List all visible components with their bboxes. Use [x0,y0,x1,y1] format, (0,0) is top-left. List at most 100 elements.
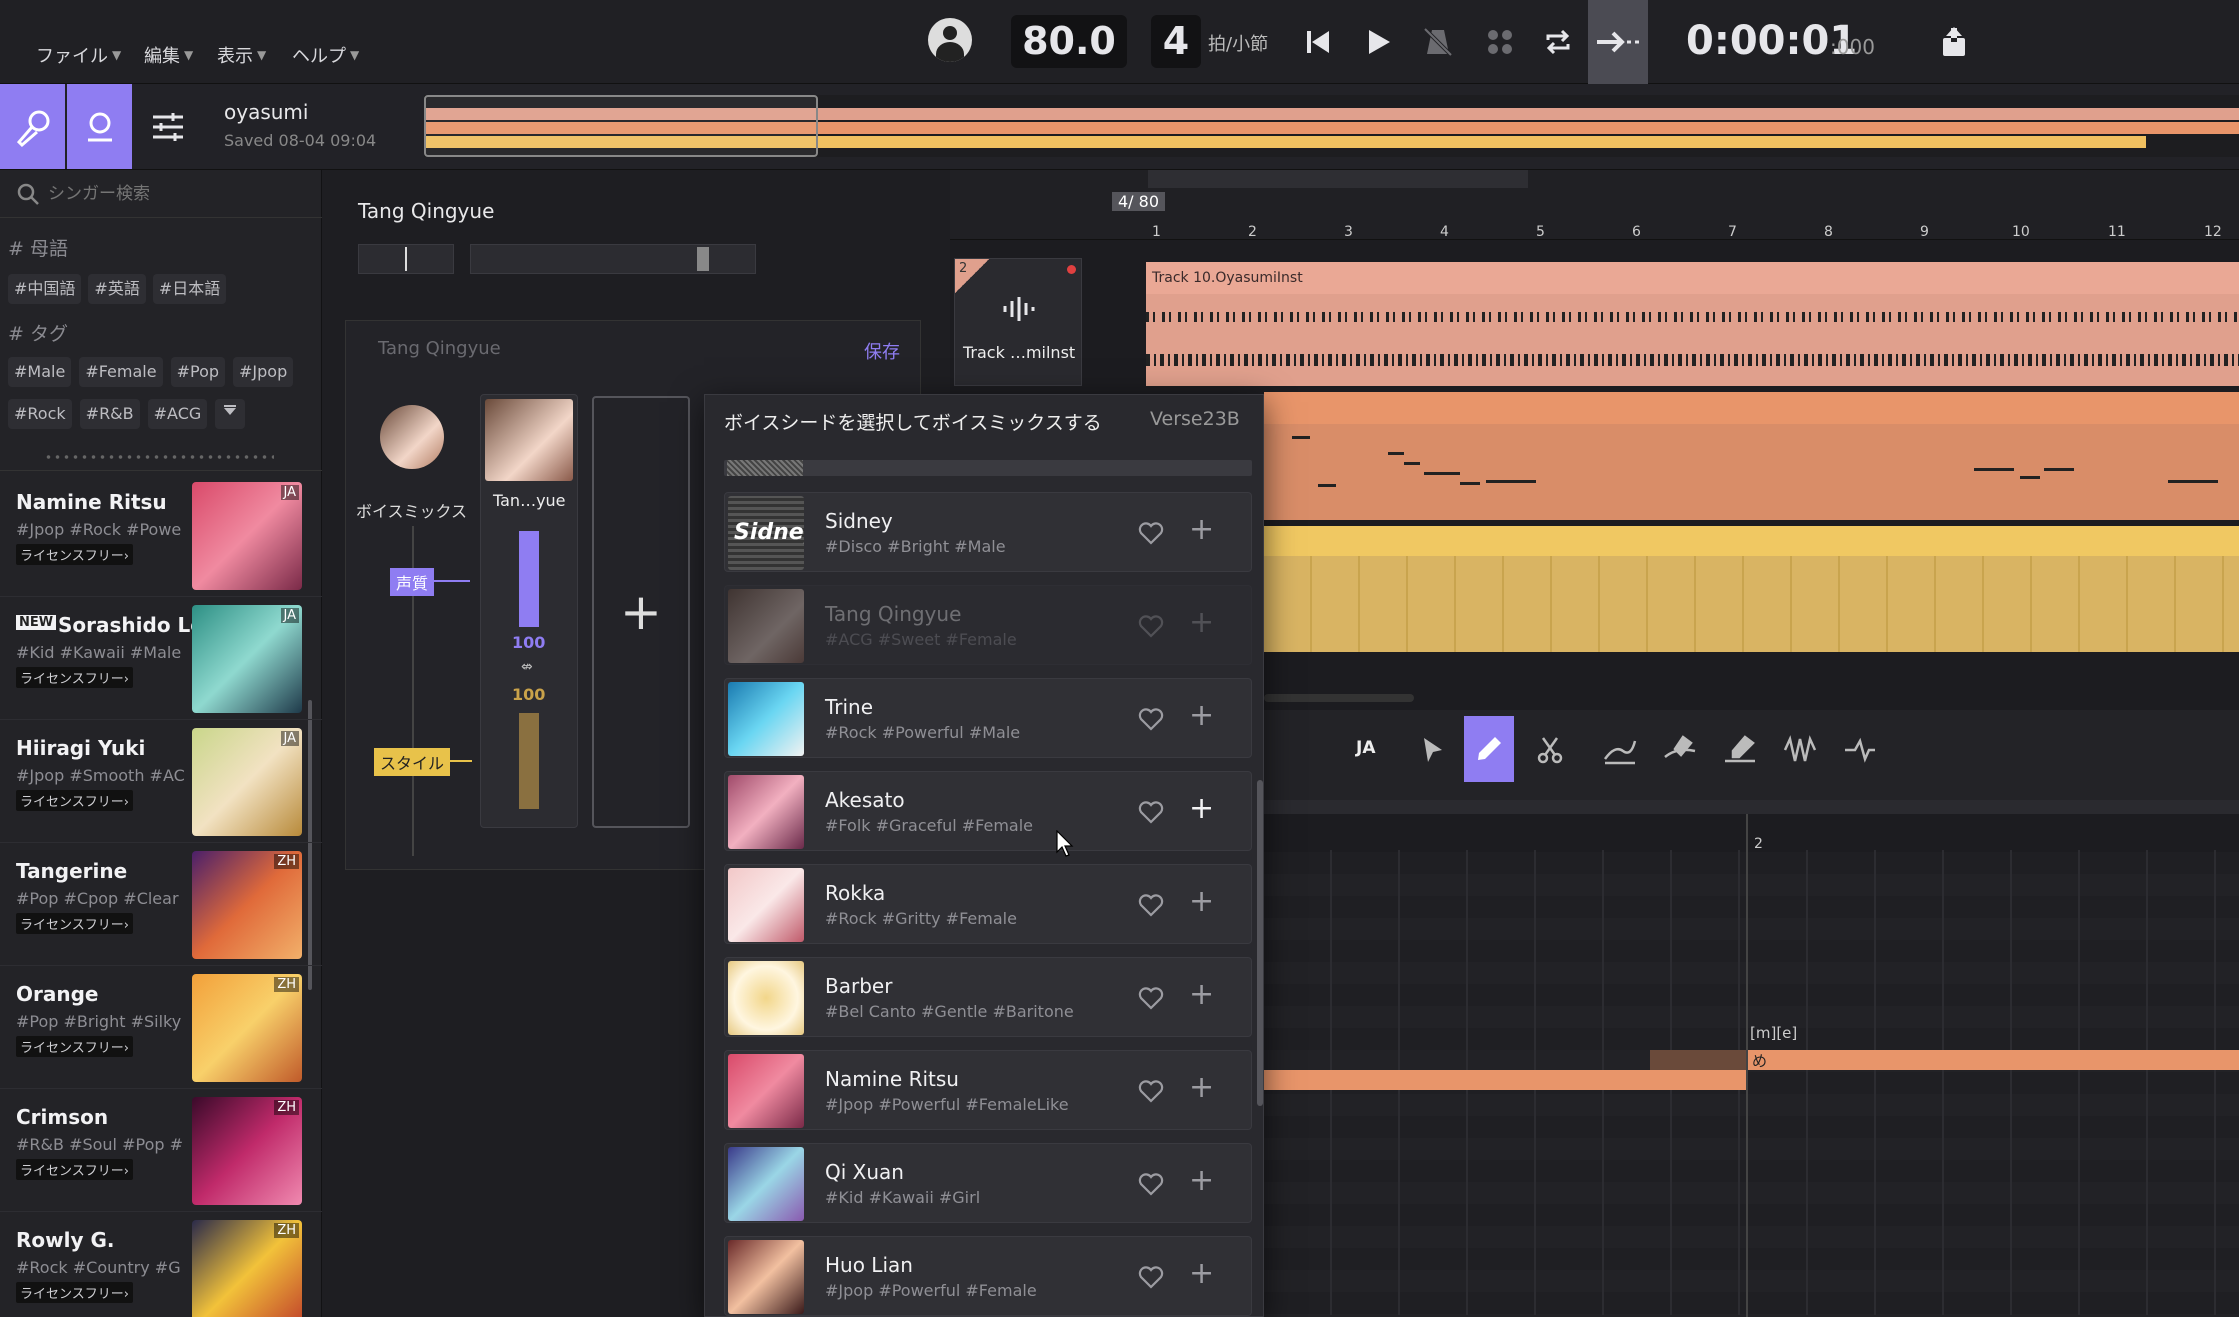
vocal-clip[interactable] [1264,392,2239,520]
add-voice-seed-icon[interactable]: + [1189,1259,1214,1289]
tag-chinese[interactable]: #中国語 [8,274,82,304]
volume-slider[interactable] [470,244,756,274]
tag-rnb[interactable]: #R&B [79,399,140,429]
tag-female[interactable]: #Female [79,357,163,387]
singer-card[interactable]: Orange #Pop #Bright #Silky ライセンスフリー› ZH [0,966,322,1089]
grid-dots-icon[interactable] [1480,22,1520,62]
tag-male[interactable]: #Male [8,357,72,387]
license-badge[interactable]: ライセンスフリー› [16,913,133,934]
add-voice-seed-icon[interactable]: + [1189,887,1214,917]
add-voice-seed-icon[interactable]: + [1189,1073,1214,1103]
bar-marker: 2 [1754,836,1763,852]
license-badge[interactable]: ライセンスフリー› [16,790,133,811]
tag-japanese[interactable]: #日本語 [152,274,227,304]
license-badge[interactable]: ライセンスフリー› [16,1159,133,1180]
skip-back-icon[interactable] [1300,22,1336,62]
heart-icon[interactable] [1137,798,1165,826]
tag-pop[interactable]: #Pop [170,357,226,387]
pitch-line-tool-icon[interactable] [1600,730,1640,770]
voice-seed-item[interactable]: Rokka #Rock #Gritty #Female + [724,864,1252,944]
menu-help[interactable]: ヘルプ ▼ [292,42,359,68]
singer-card[interactable]: Rowly G. #Rock #Country #G ライセンスフリー› ZH [0,1212,322,1317]
voice-seed-item[interactable]: Barber #Bel Canto #Gentle #Baritone + [724,957,1252,1037]
singer-card[interactable]: Tangerine #Pop #Cpop #Clear ライセンスフリー› ZH [0,843,322,966]
license-badge[interactable]: ライセンスフリー› [16,1282,133,1303]
heart-icon[interactable] [1137,1077,1165,1105]
picker-scrollbar[interactable] [1257,780,1263,1106]
menu-file[interactable]: ファイル ▼ [36,42,121,68]
transition-tool-icon[interactable] [1840,730,1880,770]
export-icon[interactable] [1936,24,1972,60]
tag-jpop[interactable]: #Jpop [233,357,294,387]
loop-icon[interactable] [1538,22,1578,62]
piano-roll[interactable]: 2 [m][e] め [1264,800,2239,1317]
voice-seed-column[interactable]: Tan…yue 100 ⇎ 100 [480,394,578,828]
singer-card[interactable]: Hiiragi Yuki #Jpop #Smooth #AC ライセンスフリー›… [0,720,322,843]
license-badge[interactable]: ライセンスフリー› [16,1036,133,1057]
singer-search-input[interactable] [48,178,308,210]
position-value: 4/ [1118,192,1134,211]
voice-seed-item[interactable]: Akesato #Folk #Graceful #Female + [724,771,1252,851]
pitch-offset-slider[interactable] [358,244,454,274]
voice-seed-item[interactable]: Namine Ritsu #Jpop #Powerful #FemaleLike… [724,1050,1252,1130]
pitch-pen-tool-icon[interactable] [1720,730,1760,770]
link-icon[interactable]: ⇎ [521,659,533,675]
pitch-eraser-tool-icon[interactable] [1660,730,1700,770]
arrangement-overview[interactable] [424,95,2239,157]
heart-icon[interactable] [1137,891,1165,919]
voice-seed-item[interactable]: Huo Lian #Jpop #Powerful #Female + [724,1236,1252,1316]
language-selector[interactable]: JA [1356,738,1375,758]
scissors-icon[interactable] [1530,730,1570,770]
track-header[interactable]: 2 Track …milnst [954,258,1082,386]
heart-icon[interactable] [1137,519,1165,547]
pitch-clip[interactable] [1264,526,2239,652]
add-voice-seed-icon[interactable]: + [1189,1166,1214,1196]
add-voice-seed-icon[interactable]: + [1189,701,1214,731]
heart-icon[interactable] [1137,1170,1165,1198]
mixer-settings-tab[interactable] [135,84,200,169]
note-block[interactable] [1264,1070,1746,1090]
tag-english[interactable]: #英語 [88,274,146,304]
tag-rock[interactable]: #Rock [8,399,72,429]
heart-icon[interactable] [1137,984,1165,1012]
follow-playhead-icon[interactable] [1588,0,1648,84]
add-voice-seed-icon[interactable]: + [1189,980,1214,1010]
tag-acg[interactable]: #ACG [147,399,208,429]
add-voice-seed-icon[interactable]: + [1189,794,1214,824]
overview-viewport[interactable] [424,95,818,157]
add-voice-seed-icon[interactable]: + [1189,515,1214,545]
tracks-horizontal-scrollbar[interactable] [1264,694,1414,702]
user-avatar[interactable] [928,18,972,62]
singer-library-tab[interactable] [0,84,65,169]
expand-tags-button[interactable] [215,399,246,429]
save-button[interactable]: 保存 [864,338,900,364]
vibrato-tool-icon[interactable] [1780,730,1820,770]
note-block[interactable]: め [1748,1050,2239,1070]
heart-icon[interactable] [1137,705,1165,733]
singer-card[interactable]: Crimson #R&B #Soul #Pop # ライセンスフリー› ZH [0,1089,322,1212]
beats-field[interactable]: 4 [1151,15,1201,68]
voice-seed-item[interactable]: Trine #Rock #Powerful #Male + [724,678,1252,758]
menu-edit[interactable]: 編集 ▼ [144,42,193,68]
style-bar[interactable] [519,713,539,809]
voice-tab[interactable] [67,84,132,169]
add-voice-seed-button[interactable]: + [592,396,690,828]
loop-region[interactable] [1148,170,1528,188]
quality-bar[interactable] [519,531,539,627]
license-badge[interactable]: ライセンスフリー› [16,544,133,565]
license-badge[interactable]: ライセンスフリー› [16,667,133,688]
menu-view[interactable]: 表示 ▼ [217,42,266,68]
beats-unit-label: 拍/小節 [1208,34,1269,55]
select-tool-icon[interactable] [1414,730,1450,770]
heart-icon[interactable] [1137,1263,1165,1291]
metronome-off-icon[interactable] [1418,22,1458,62]
audio-clip[interactable]: Track 10.OyasumiInst [1146,262,2239,386]
singer-card[interactable]: NEW Sorashido Le #Kid #Kawaii #Male ライセン… [0,597,322,720]
voice-seed-item[interactable]: Sidney Sidney #Disco #Bright #Male + [724,492,1252,572]
singer-card[interactable]: Namine Ritsu #Jpop #Rock #Powe ライセンスフリー›… [0,474,322,597]
language-badge: ZH [274,854,299,869]
play-icon[interactable] [1360,22,1396,62]
tempo-field[interactable]: 80.0 [1011,15,1127,68]
voice-seed-item[interactable]: Qi Xuan #Kid #Kawaii #Girl + [724,1143,1252,1223]
pencil-tool-icon[interactable] [1464,716,1514,782]
